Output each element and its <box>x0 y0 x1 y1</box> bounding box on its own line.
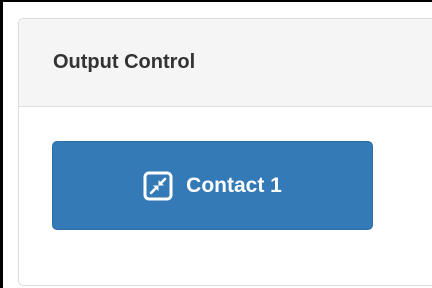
panel-heading: Output Control <box>19 19 432 107</box>
window-frame: Output Control Contact 1 <box>0 0 432 288</box>
panel-title: Output Control <box>53 51 196 73</box>
output-control-panel: Output Control Contact 1 <box>18 18 432 286</box>
compress-icon <box>143 171 173 201</box>
contact-1-button[interactable]: Contact 1 <box>52 141 373 230</box>
contact-1-label: Contact 1 <box>186 173 282 197</box>
